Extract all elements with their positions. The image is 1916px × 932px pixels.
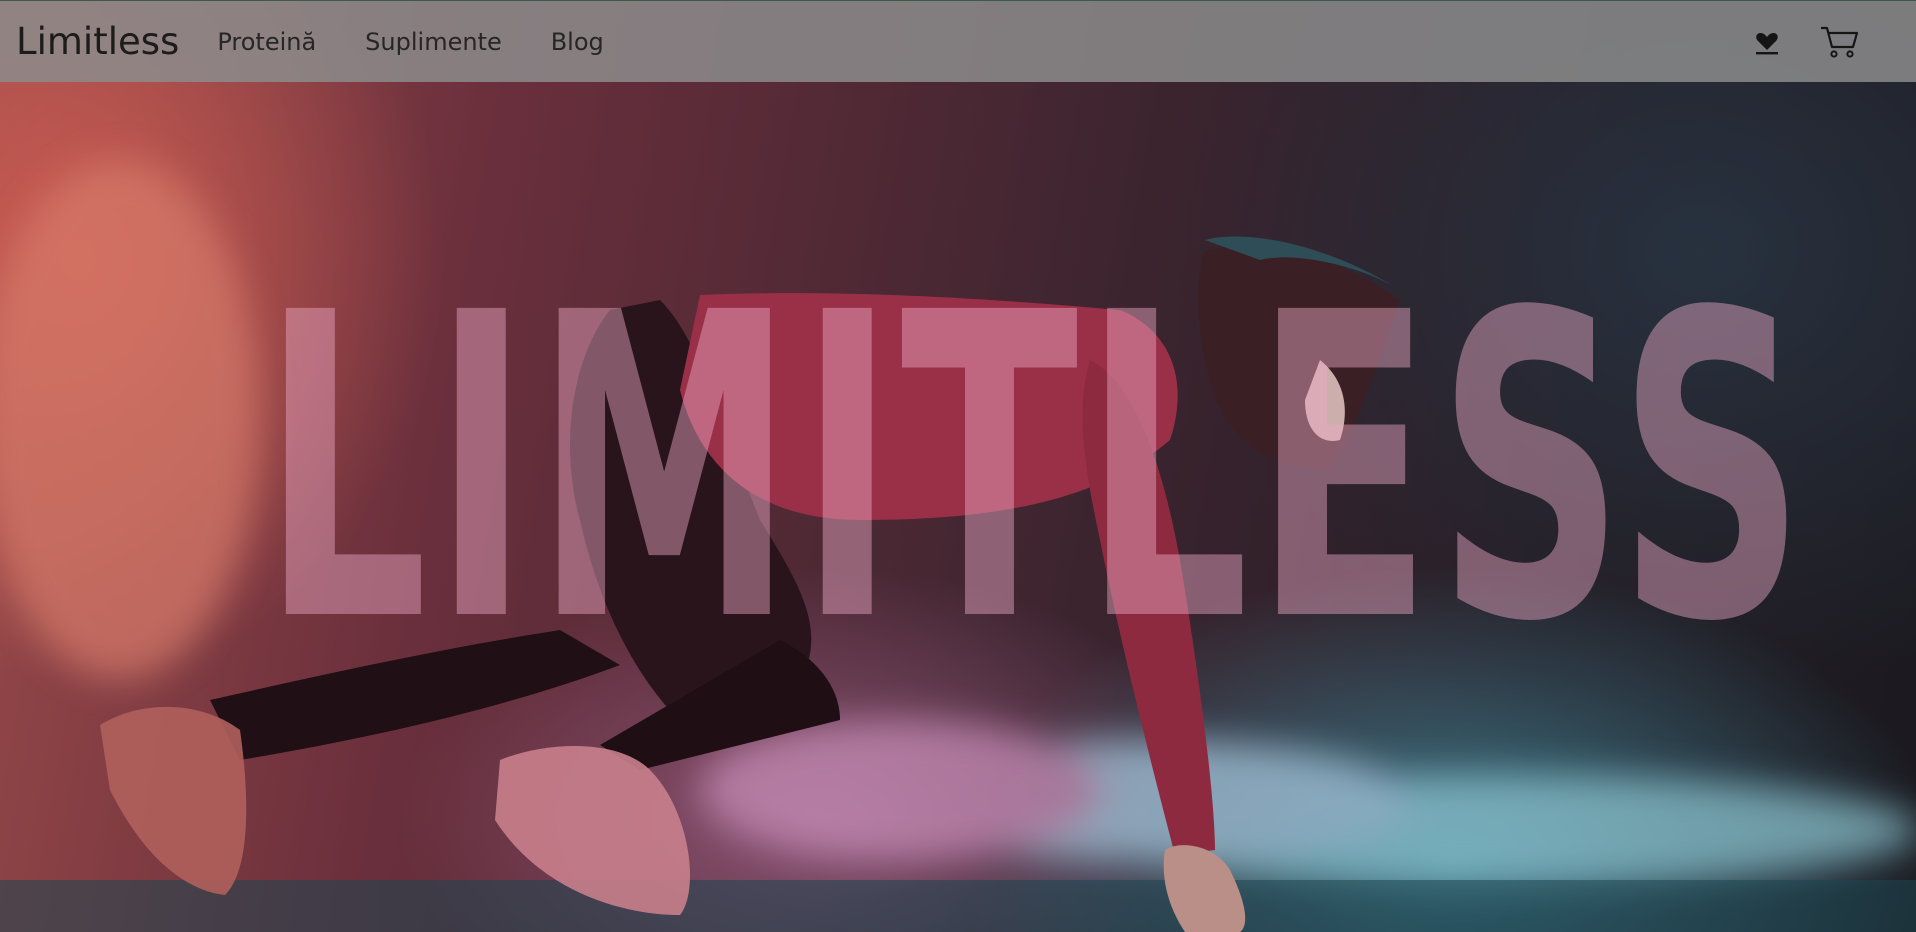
nav-icons: [1754, 25, 1860, 59]
heart-icon: [1756, 32, 1778, 54]
hero-banner: LIMITLESS: [0, 0, 1916, 932]
top-navbar: Limitless Proteină Suplimente Blog: [0, 0, 1916, 82]
wishlist-button[interactable]: [1754, 29, 1780, 55]
nav-link-proteina[interactable]: Proteină: [217, 28, 316, 56]
nav-links: Proteină Suplimente Blog: [217, 28, 652, 56]
cart-icon: [1821, 26, 1859, 58]
brand-logo[interactable]: Limitless: [16, 20, 179, 63]
cart-button[interactable]: [1820, 25, 1860, 59]
hero-athlete-image: [0, 160, 1916, 932]
nav-link-suplimente[interactable]: Suplimente: [365, 28, 502, 56]
nav-link-blog[interactable]: Blog: [551, 28, 604, 56]
